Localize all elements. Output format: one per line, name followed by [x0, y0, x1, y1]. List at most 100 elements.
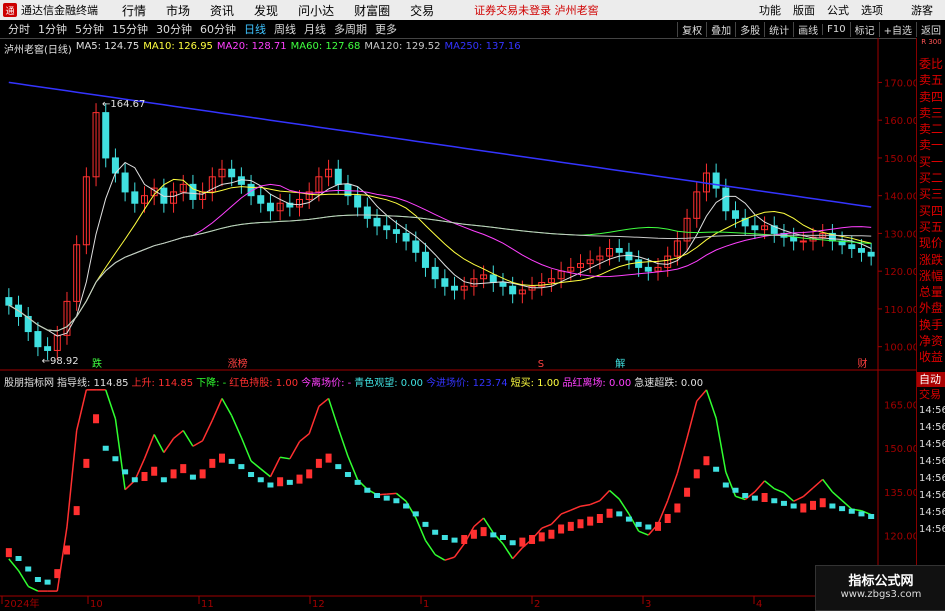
candle-body: [363, 206, 371, 219]
indicator-guide-segment: [280, 456, 290, 460]
indicator-guide-segment: [240, 437, 252, 462]
quote-side-panel: R 300 委比 卖五 卖四 卖三 卖二 卖一 买一 买二 买三 买四 买五 现价 涨跌 涨幅 总量 外盘 换手…: [916, 38, 945, 609]
indicator-guide-segment: [560, 509, 572, 515]
candle-body: [131, 191, 139, 204]
indicator-block: [839, 506, 846, 512]
indicator-guide-segment: [153, 434, 165, 453]
ma-line: [8, 183, 872, 332]
indicator-block: [693, 469, 700, 479]
indicator-guide-segment: [192, 440, 203, 447]
indicator-block: [616, 511, 623, 517]
indicator-block: [277, 477, 284, 487]
candle-body: [615, 248, 623, 253]
ma-legend-item: MA20: 128.71: [216, 41, 287, 52]
quote-field-label: 现价: [919, 236, 944, 251]
ma-legend-item: MA10: 126.95: [143, 41, 213, 52]
indicator-block: [819, 498, 826, 508]
indicator-block: [325, 453, 332, 463]
indicator-block: [771, 498, 778, 504]
indicator-block: [160, 477, 167, 483]
indicator-guide-segment: [609, 489, 620, 500]
indicator-block: [209, 458, 216, 468]
indicator-axis-label: 120.00: [884, 532, 919, 543]
indicator-block: [645, 524, 652, 530]
indicator-guide-segment: [260, 468, 271, 478]
indicator-legend-item: 今离场价: -: [301, 378, 352, 389]
date-axis-label: 2024年: [4, 597, 39, 609]
candle-body: [431, 266, 439, 280]
quote-field-label: 买四: [919, 203, 944, 218]
candle-body: [489, 274, 497, 284]
candle-body: [402, 232, 410, 242]
indicator-block: [761, 493, 768, 502]
quote-field-label: 买三: [919, 187, 944, 202]
indicator-guide-segment: [327, 398, 339, 429]
candle-body: [373, 217, 381, 227]
indicator-block: [364, 487, 371, 493]
indicator-block: [219, 453, 225, 463]
indicator-guide-segment: [386, 492, 397, 495]
indicator-block: [848, 508, 855, 514]
indicator-block: [44, 579, 51, 585]
indicator-guide-segment: [211, 398, 223, 421]
indicator-block: [800, 503, 807, 513]
indicator-block: [635, 521, 642, 527]
indicator-block: [858, 511, 865, 517]
indicator-block: [141, 472, 148, 481]
indicator-block: [286, 479, 293, 485]
indicator-guide-segment: [793, 495, 804, 502]
indicator-guide-segment: [173, 429, 184, 439]
indicator-block: [703, 456, 710, 466]
indicator-axis-label: 165.00: [884, 400, 919, 411]
indicator-guide-segment: [541, 523, 552, 529]
indicator-name: 股朋指标网: [4, 378, 54, 389]
indicator-block: [432, 529, 439, 535]
indicator-guide-segment: [434, 553, 446, 561]
candle-body: [635, 259, 643, 268]
quote-field-label: 净资: [919, 334, 944, 349]
watermark-url: www.zbgs3.com: [840, 589, 922, 600]
indicator-block: [267, 482, 274, 488]
candle-body: [266, 202, 274, 212]
quote-field-label: 卖四: [919, 89, 944, 104]
indicator-guide-segment: [764, 480, 775, 490]
indicator-block: [451, 537, 458, 543]
trade-button[interactable]: 交易: [917, 387, 945, 402]
indicator-block: [422, 521, 429, 527]
indicator-guide-segment: [754, 480, 766, 493]
indicator-block: [354, 479, 361, 485]
ma-line: [8, 214, 872, 332]
indicator-legend-item: 今进场价: 123.74: [426, 378, 508, 389]
indicator-guide-segment: [231, 415, 243, 438]
auto-button[interactable]: 自动: [917, 371, 945, 387]
indicator-block: [412, 511, 419, 517]
indicator-block: [315, 458, 322, 468]
indicator-guide-segment: [299, 433, 310, 443]
quote-field-label: 卖三: [919, 105, 944, 120]
indicator-block: [73, 506, 80, 516]
watermark-title: 指标公式网: [848, 574, 914, 589]
candle-body: [34, 331, 42, 348]
kline-chart[interactable]: 170.00 160.00 150.00 140.00 130.00 120.00 110.…: [0, 0, 945, 609]
candle-body: [857, 248, 865, 253]
indicator-block: [587, 516, 594, 526]
indicator-block: [480, 527, 487, 537]
event-marker: 涨榜: [228, 357, 248, 370]
indicator-block: [393, 498, 400, 504]
candle-body: [644, 266, 652, 272]
indicator-guide-segment: [114, 418, 126, 490]
indicator-block: [238, 464, 245, 470]
event-marker: 跌: [92, 357, 102, 370]
candle-body: [732, 210, 740, 219]
indicator-guide-segment: [453, 543, 465, 558]
candle-body: [441, 278, 449, 287]
candle-body: [334, 168, 342, 185]
indicator-guide-segment: [17, 570, 29, 587]
indicator-guide-segment: [812, 478, 824, 489]
indicator-block: [151, 466, 158, 476]
tick-time: 14:56: [919, 506, 945, 518]
indicator-guide-segment: [105, 389, 117, 419]
indicator-block: [810, 500, 817, 510]
indicator-block: [189, 474, 196, 480]
tick-time: 14:56: [919, 404, 945, 416]
